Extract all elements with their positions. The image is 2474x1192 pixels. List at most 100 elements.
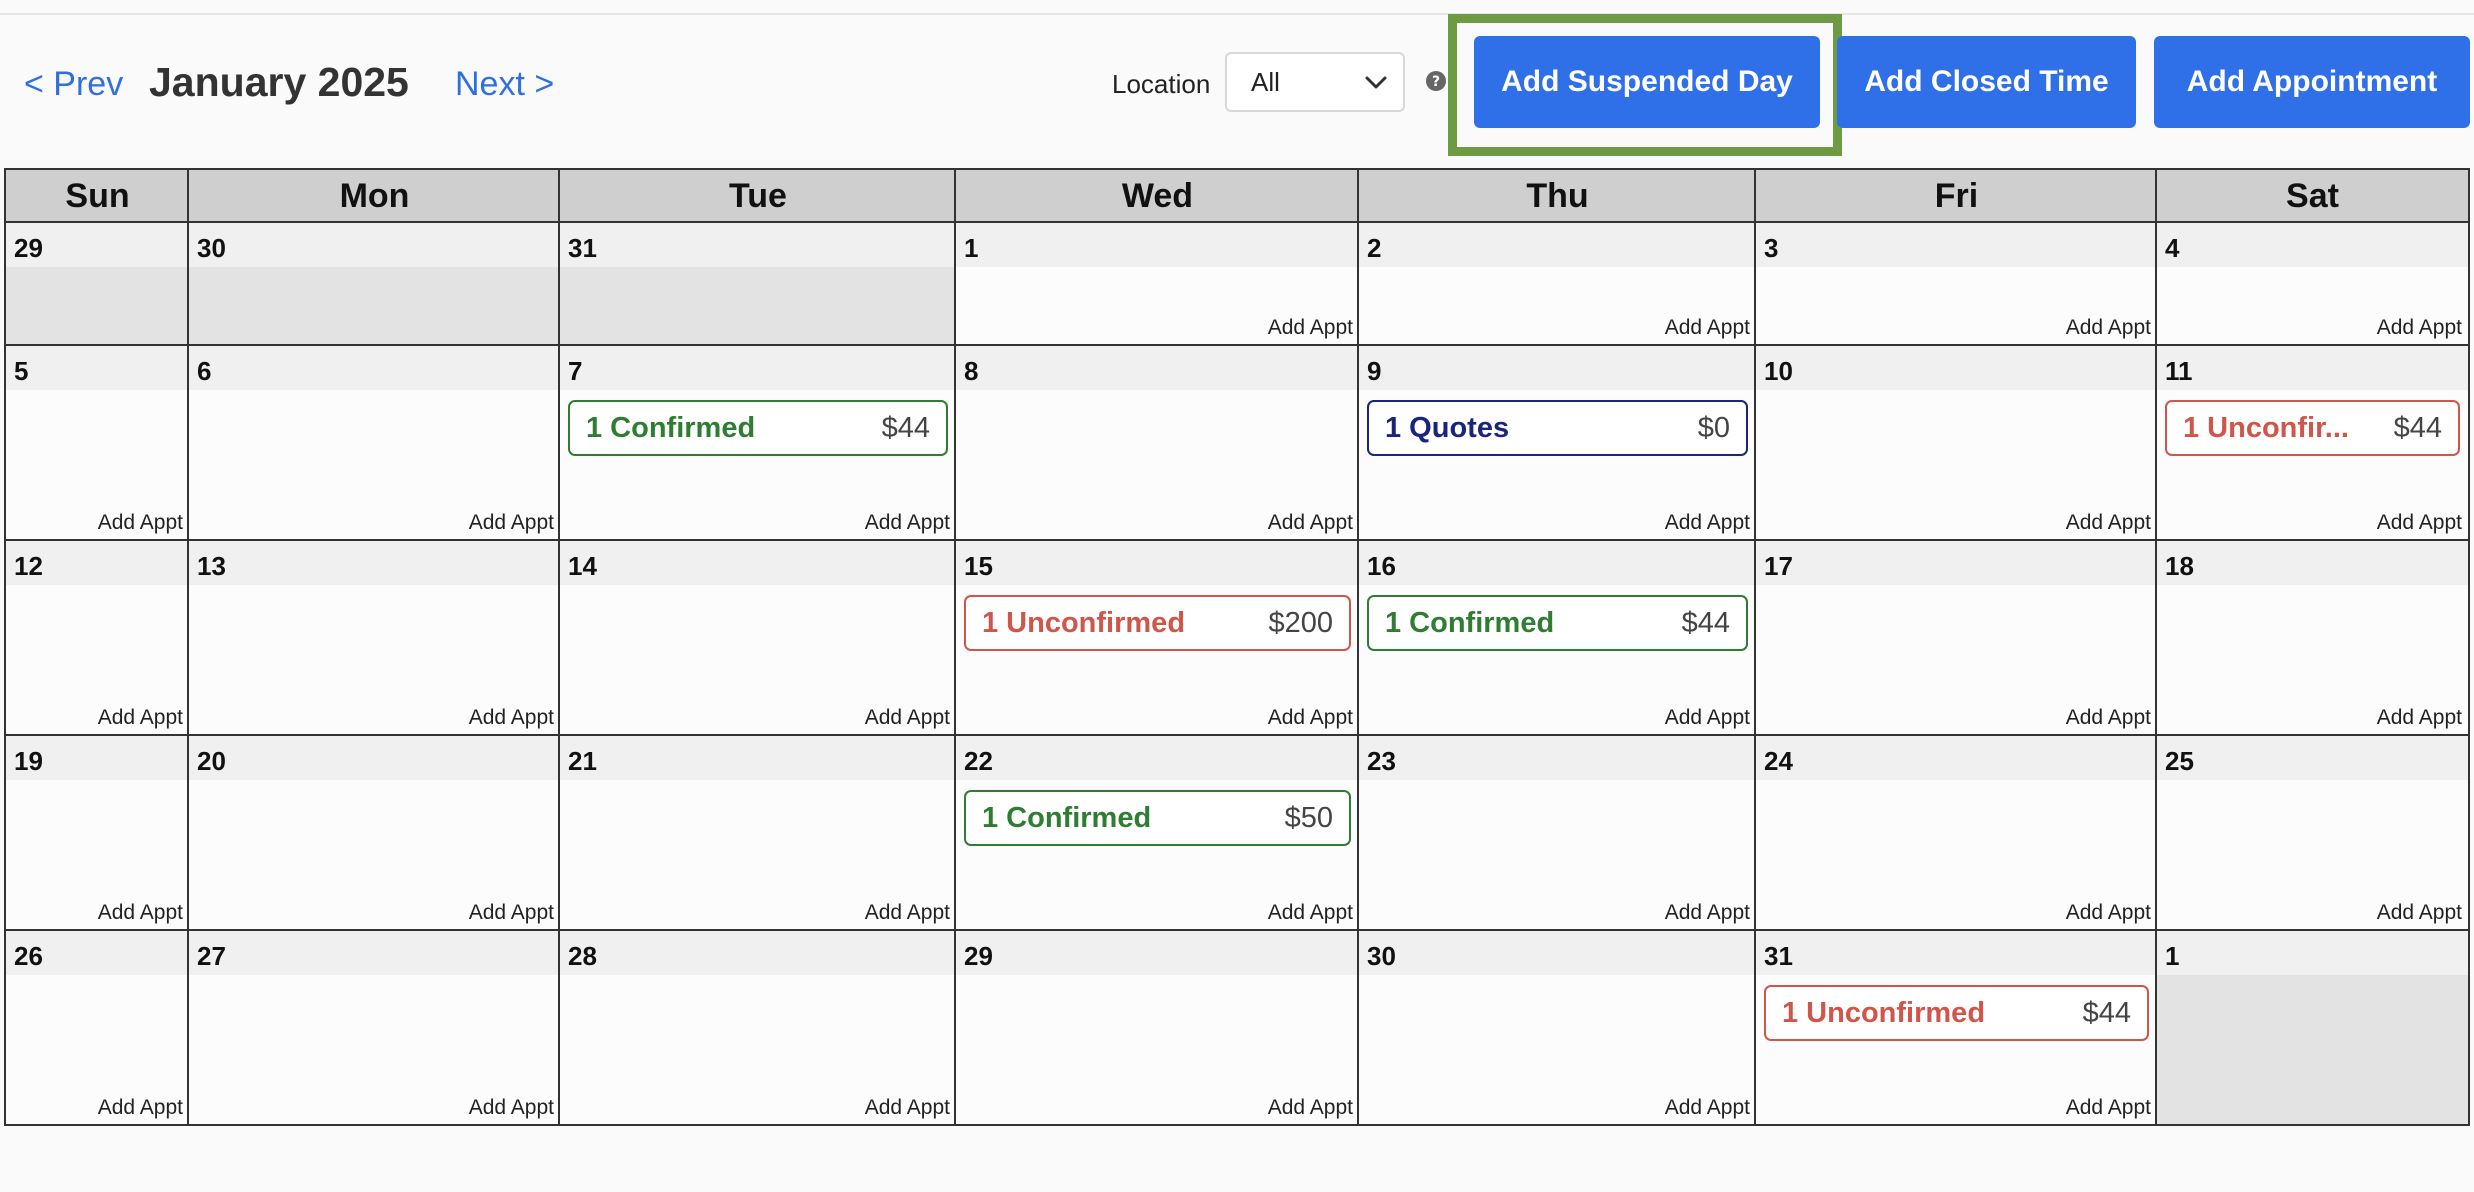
day-cell[interactable]: 30 xyxy=(187,223,560,346)
month-title: January 2025 xyxy=(149,59,409,105)
add-appt-link[interactable]: Add Appt xyxy=(865,901,950,925)
day-cell[interactable]: 14 Add Appt xyxy=(558,541,956,736)
add-appt-link[interactable]: Add Appt xyxy=(1268,316,1353,340)
add-appt-link[interactable]: Add Appt xyxy=(865,706,950,730)
day-number-strip xyxy=(2157,223,2468,267)
add-appt-link[interactable]: Add Appt xyxy=(1268,901,1353,925)
day-cell[interactable]: 5 Add Appt xyxy=(4,346,189,541)
day-number: 28 xyxy=(568,941,597,971)
day-cell[interactable]: 31 xyxy=(558,223,956,346)
day-cell[interactable]: 28 Add Appt xyxy=(558,931,956,1126)
prev-month-link[interactable]: < Prev xyxy=(24,60,123,108)
day-cell[interactable]: 23 Add Appt xyxy=(1357,736,1756,931)
day-number-strip xyxy=(2157,346,2468,390)
appointment-status-label: 1 Unconfir... xyxy=(2183,412,2349,444)
add-appt-link[interactable]: Add Appt xyxy=(1268,1096,1353,1120)
day-cell[interactable]: 21 Add Appt xyxy=(558,736,956,931)
add-appt-link[interactable]: Add Appt xyxy=(1665,1096,1750,1120)
day-number: 13 xyxy=(197,551,226,581)
day-number: 1 xyxy=(964,233,979,263)
day-cell[interactable]: 71 Confirmed $44 Add Appt xyxy=(558,346,956,541)
day-cell[interactable]: 26 Add Appt xyxy=(4,931,189,1126)
day-cell[interactable]: 3 Add Appt xyxy=(1754,223,2157,346)
day-cell[interactable]: 13 Add Appt xyxy=(187,541,560,736)
day-number-strip xyxy=(189,541,560,585)
appointment-summary-badge[interactable]: 1 Quotes $0 xyxy=(1367,400,1748,456)
weekday-header-wed: Wed xyxy=(954,168,1359,223)
day-cell[interactable]: 24 Add Appt xyxy=(1754,736,2157,931)
day-cell[interactable]: 1 xyxy=(2155,931,2470,1126)
day-cell[interactable]: 29 xyxy=(4,223,189,346)
appointment-summary-badge[interactable]: 1 Unconfir... $44 xyxy=(2165,400,2460,456)
add-appt-link[interactable]: Add Appt xyxy=(98,901,183,925)
add-closed-time-button[interactable]: Add Closed Time xyxy=(1837,36,2136,128)
next-month-link[interactable]: Next > xyxy=(455,60,554,108)
day-cell[interactable]: 2 Add Appt xyxy=(1357,223,1756,346)
add-appt-link[interactable]: Add Appt xyxy=(2066,1096,2151,1120)
day-cell[interactable]: 19 Add Appt xyxy=(4,736,189,931)
day-number: 8 xyxy=(964,356,979,386)
day-cell[interactable]: 25 Add Appt xyxy=(2155,736,2470,931)
add-appt-link[interactable]: Add Appt xyxy=(1665,511,1750,535)
day-cell[interactable]: 27 Add Appt xyxy=(187,931,560,1126)
add-appt-link[interactable]: Add Appt xyxy=(469,706,554,730)
add-appt-link[interactable]: Add Appt xyxy=(98,511,183,535)
add-appt-link[interactable]: Add Appt xyxy=(98,1096,183,1120)
add-appt-link[interactable]: Add Appt xyxy=(1665,316,1750,340)
add-appt-link[interactable]: Add Appt xyxy=(865,1096,950,1120)
appointment-summary-badge[interactable]: 1 Confirmed $44 xyxy=(1367,595,1748,651)
appointment-summary-badge[interactable]: 1 Confirmed $44 xyxy=(568,400,948,456)
add-appt-link[interactable]: Add Appt xyxy=(1665,901,1750,925)
day-cell[interactable]: 12 Add Appt xyxy=(4,541,189,736)
day-cell[interactable]: 29 Add Appt xyxy=(954,931,1359,1126)
day-cell[interactable]: 18 Add Appt xyxy=(2155,541,2470,736)
day-cell[interactable]: 22 1 Confirmed $50 Add Appt xyxy=(954,736,1359,931)
add-appt-link[interactable]: Add Appt xyxy=(2377,316,2462,340)
day-cell[interactable]: 30 Add Appt xyxy=(1357,931,1756,1126)
add-appt-link[interactable]: Add Appt xyxy=(2066,511,2151,535)
day-number: 26 xyxy=(14,941,43,971)
day-cell[interactable]: 6 Add Appt xyxy=(187,346,560,541)
day-number-strip xyxy=(1756,931,2157,975)
day-number: 29 xyxy=(14,233,43,263)
day-number-strip xyxy=(956,346,1359,390)
add-appt-link[interactable]: Add Appt xyxy=(469,511,554,535)
day-cell[interactable]: 4 Add Appt xyxy=(2155,223,2470,346)
day-cell[interactable]: 15 1 Unconfirmed $200 Add Appt xyxy=(954,541,1359,736)
appointment-summary-badge[interactable]: 1 Unconfirmed $44 xyxy=(1764,985,2149,1041)
add-appt-link[interactable]: Add Appt xyxy=(98,706,183,730)
day-cell[interactable]: 20 Add Appt xyxy=(187,736,560,931)
appointment-summary-badge[interactable]: 1 Confirmed $50 xyxy=(964,790,1351,846)
add-appt-link[interactable]: Add Appt xyxy=(469,901,554,925)
location-select[interactable]: All xyxy=(1225,52,1405,112)
appointment-summary-badge[interactable]: 1 Unconfirmed $200 xyxy=(964,595,1351,651)
add-appt-link[interactable]: Add Appt xyxy=(2066,901,2151,925)
add-appt-link[interactable]: Add Appt xyxy=(1665,706,1750,730)
add-appt-link[interactable]: Add Appt xyxy=(2066,316,2151,340)
day-cell[interactable]: 10 Add Appt xyxy=(1754,346,2157,541)
add-appt-link[interactable]: Add Appt xyxy=(865,511,950,535)
day-cell[interactable]: 1 Add Appt xyxy=(954,223,1359,346)
add-appt-link[interactable]: Add Appt xyxy=(1268,511,1353,535)
add-appt-link[interactable]: Add Appt xyxy=(2066,706,2151,730)
day-cell[interactable]: 31 1 Unconfirmed $44 Add Appt xyxy=(1754,931,2157,1126)
add-appt-link[interactable]: Add Appt xyxy=(2377,706,2462,730)
add-appt-link[interactable]: Add Appt xyxy=(2377,901,2462,925)
add-appt-link[interactable]: Add Appt xyxy=(469,1096,554,1120)
weekday-header-mon: Mon xyxy=(187,168,560,223)
day-cell[interactable]: 17 Add Appt xyxy=(1754,541,2157,736)
day-cell[interactable]: 8 Add Appt xyxy=(954,346,1359,541)
add-appt-link[interactable]: Add Appt xyxy=(1268,706,1353,730)
add-appt-link[interactable]: Add Appt xyxy=(2377,511,2462,535)
day-cell[interactable]: 11 1 Unconfir... $44 Add Appt xyxy=(2155,346,2470,541)
appointment-amount: $0 xyxy=(1697,412,1730,444)
day-cell[interactable]: 16 1 Confirmed $44 Add Appt xyxy=(1357,541,1756,736)
day-cell[interactable]: 91 Quotes $0 Add Appt xyxy=(1357,346,1756,541)
day-number: 31 xyxy=(568,233,597,263)
day-number-strip xyxy=(189,223,560,267)
question-circle-icon[interactable]: ? xyxy=(1425,70,1447,92)
add-appointment-button[interactable]: Add Appointment xyxy=(2154,36,2470,128)
day-number-strip xyxy=(2157,736,2468,780)
appointment-status-label: 1 Unconfirmed xyxy=(982,607,1186,639)
day-number: 18 xyxy=(2165,551,2194,581)
